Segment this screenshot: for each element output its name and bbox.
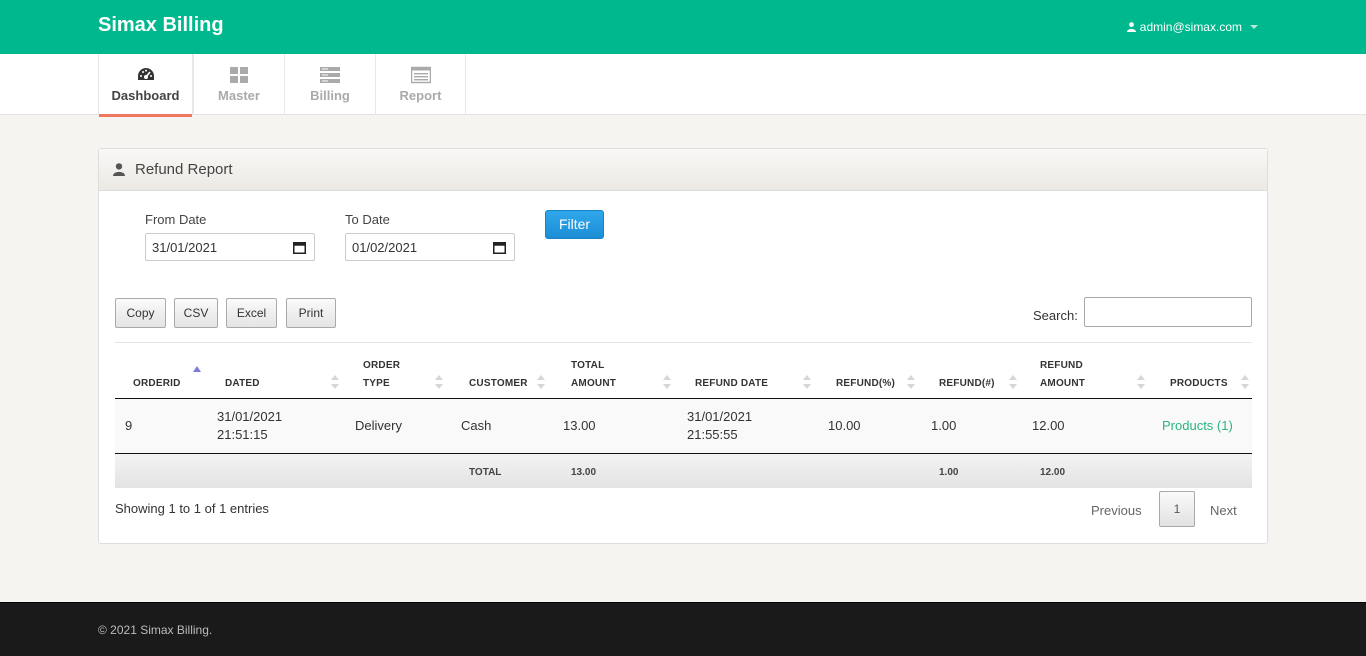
grid-icon: [230, 67, 248, 83]
from-date-value: 31/01/2021: [152, 240, 218, 255]
next-button[interactable]: Next: [1210, 503, 1237, 518]
dashboard-icon: [137, 68, 154, 80]
sort-icon: [663, 375, 671, 389]
user-icon: [1126, 22, 1136, 32]
filter-button[interactable]: Filter: [545, 210, 604, 239]
copyright: © 2021 Simax Billing.: [98, 623, 213, 637]
cell-dated: 31/01/2021 21:51:15: [217, 409, 283, 442]
search-label: Search:: [1033, 308, 1078, 323]
sort-icon: [907, 375, 915, 389]
footer-total-label: TOTAL: [469, 467, 502, 478]
sort-icon: [537, 375, 545, 389]
footer: © 2021 Simax Billing.: [0, 602, 1366, 656]
main-nav: Dashboard Master Billing Report: [0, 54, 1366, 117]
search-input[interactable]: [1084, 297, 1252, 327]
header-label: REFUND AMOUNT: [1040, 360, 1086, 389]
copy-button[interactable]: Copy: [115, 298, 166, 328]
sort-icon: [1009, 375, 1017, 389]
cell-refund-amount: 12.00: [1032, 418, 1065, 433]
header-orderid[interactable]: ORDERID: [115, 342, 217, 399]
calendar-icon[interactable]: [493, 241, 506, 254]
cell-refund-pct: 10.00: [828, 418, 861, 433]
to-date-value: 01/02/2021: [352, 240, 418, 255]
excel-button[interactable]: Excel: [226, 298, 277, 328]
header-products[interactable]: PRODUCTS: [1151, 342, 1252, 399]
table-row: 9 31/01/2021 21:51:15 Delivery Cash 13.00…: [115, 399, 1252, 453]
header-refund-amount[interactable]: REFUND AMOUNT: [1021, 342, 1151, 399]
nav-label: Billing: [310, 88, 350, 103]
nav-report[interactable]: Report: [375, 54, 466, 115]
cell-refund-num: 1.00: [931, 418, 957, 433]
user-icon: [113, 163, 125, 176]
sort-icon: [1241, 375, 1249, 389]
to-date-label: To Date: [345, 212, 390, 227]
sort-asc-icon: [193, 366, 201, 372]
table-footer: TOTAL 13.00 1.00 12.00: [115, 454, 1252, 488]
header-label: ORDER TYPE: [363, 360, 401, 389]
nav-label: Report: [399, 88, 442, 103]
header-refund-pct[interactable]: REFUND(%): [815, 342, 919, 399]
cell-total-amount: 13.00: [563, 418, 596, 433]
sort-icon: [331, 375, 339, 389]
nav-label: Dashboard: [111, 88, 180, 103]
products-link[interactable]: Products (1): [1162, 417, 1233, 435]
header-refund-date[interactable]: REFUND DATE: [675, 342, 815, 399]
header-total-amount[interactable]: TOTAL AMOUNT: [551, 342, 675, 399]
nav-label: Master: [218, 88, 260, 103]
nav-master[interactable]: Master: [193, 54, 284, 115]
header-customer[interactable]: CUSTOMER: [449, 342, 551, 399]
previous-button[interactable]: Previous: [1091, 503, 1142, 518]
sort-icon: [803, 375, 811, 389]
nav-billing[interactable]: Billing: [284, 54, 375, 115]
header-label: REFUND DATE: [695, 378, 769, 389]
panel-header: Refund Report: [99, 149, 1267, 191]
cell-customer: Cash: [461, 418, 492, 433]
calendar-icon[interactable]: [293, 241, 306, 254]
app-title[interactable]: Simax Billing: [98, 14, 224, 37]
header-label: REFUND(%): [836, 378, 896, 389]
sort-icon: [435, 375, 443, 389]
header-order-type[interactable]: ORDER TYPE: [345, 342, 449, 399]
from-date-label: From Date: [145, 212, 207, 227]
header-label: TOTAL AMOUNT: [571, 360, 617, 389]
to-date-input[interactable]: 01/02/2021: [345, 233, 515, 261]
chevron-down-icon: [1250, 25, 1258, 29]
cell-orderid: 9: [125, 418, 133, 433]
header-refund-num[interactable]: REFUND(#): [919, 342, 1021, 399]
header-label: CUSTOMER: [469, 378, 528, 389]
csv-button[interactable]: CSV: [174, 298, 218, 328]
header-label: PRODUCTS: [1170, 378, 1228, 389]
list-icon: [320, 67, 340, 83]
top-bar: Simax Billing admin@simax.com: [0, 0, 1366, 54]
print-button[interactable]: Print: [286, 298, 336, 328]
cell-refund-date: 31/01/2021 21:55:55: [687, 409, 753, 442]
report-icon: [410, 66, 431, 84]
panel-title: Refund Report: [135, 161, 233, 178]
nav-dashboard[interactable]: Dashboard: [98, 54, 193, 117]
sort-icon: [1137, 375, 1145, 389]
header-label: REFUND(#): [939, 378, 995, 389]
user-email: admin@simax.com: [1139, 20, 1242, 34]
cell-order-type: Delivery: [355, 418, 402, 433]
header-label: ORDERID: [133, 378, 181, 389]
pagination-info: Showing 1 to 1 of 1 entries: [115, 501, 269, 516]
footer-refund-num: 1.00: [939, 467, 959, 478]
page-1-button[interactable]: 1: [1159, 491, 1195, 527]
from-date-input[interactable]: 31/01/2021: [145, 233, 315, 261]
header-label: DATED: [225, 378, 260, 389]
header-dated[interactable]: DATED: [217, 342, 345, 399]
footer-total-amount: 13.00: [571, 467, 597, 478]
refund-report-panel: Refund Report From Date 31/01/2021 To Da…: [98, 148, 1268, 544]
footer-refund-amount: 12.00: [1040, 467, 1066, 478]
user-menu[interactable]: admin@simax.com: [1126, 20, 1258, 34]
